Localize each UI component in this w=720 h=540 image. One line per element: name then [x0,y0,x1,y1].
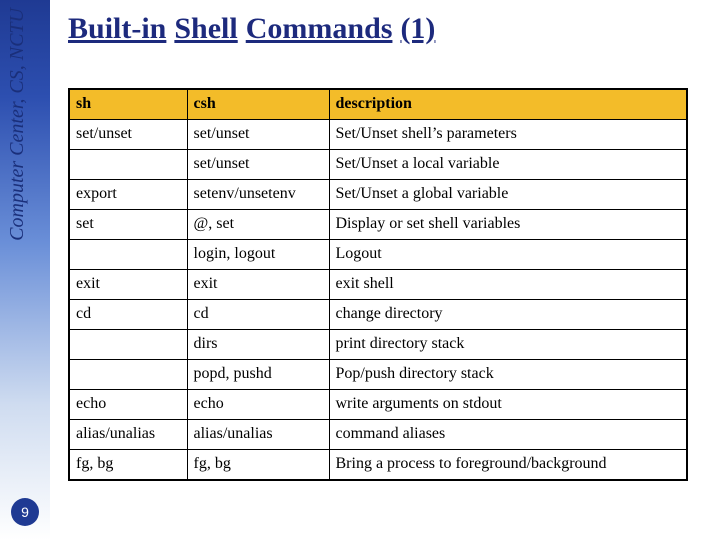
content-area: Built-inShell Commands(1) sh csh descript… [68,10,702,481]
cell-desc: Pop/push directory stack [329,360,687,390]
cell-sh [69,360,187,390]
slide-title: Built-inShell Commands(1) [68,12,702,46]
cell-sh: set [69,210,187,240]
cell-csh: setenv/unsetenv [187,180,329,210]
cell-desc: change directory [329,300,687,330]
cell-desc: Display or set shell variables [329,210,687,240]
col-header-csh: csh [187,89,329,120]
cell-csh: dirs [187,330,329,360]
table-header-row: sh csh description [69,89,687,120]
col-header-desc: description [329,89,687,120]
cell-desc: command aliases [329,420,687,450]
cell-desc: Set/Unset shell’s parameters [329,120,687,150]
cell-csh: @, set [187,210,329,240]
cell-csh: exit [187,270,329,300]
title-word: Built-in [68,12,166,45]
page-number: 9 [21,504,29,520]
table-row: popd, pushdPop/push directory stack [69,360,687,390]
table-row: exitexitexit shell [69,270,687,300]
cell-desc: Set/Unset a local variable [329,150,687,180]
table-row: alias/unaliasalias/unaliascommand aliase… [69,420,687,450]
cell-csh: echo [187,390,329,420]
side-org-text: Computer Center, CS, NCTU [6,8,29,241]
cell-sh: export [69,180,187,210]
cell-csh: set/unset [187,120,329,150]
title-word: Commands [246,12,393,45]
cell-sh: exit [69,270,187,300]
table-row: dirsprint directory stack [69,330,687,360]
table-row: cdcdchange directory [69,300,687,330]
cell-sh: cd [69,300,187,330]
table-row: echoechowrite arguments on stdout [69,390,687,420]
cell-sh: alias/unalias [69,420,187,450]
cell-desc: Logout [329,240,687,270]
title-word: (1) [400,12,435,45]
table-row: fg, bgfg, bgBring a process to foregroun… [69,450,687,481]
table-row: set/unsetset/unsetSet/Unset shell’s para… [69,120,687,150]
cell-desc: write arguments on stdout [329,390,687,420]
cell-desc: exit shell [329,270,687,300]
table-row: set@, setDisplay or set shell variables [69,210,687,240]
table-row: exportsetenv/unsetenvSet/Unset a global … [69,180,687,210]
page-number-badge: 9 [11,498,39,526]
table-row: set/unsetSet/Unset a local variable [69,150,687,180]
commands-table: sh csh description set/unsetset/unsetSet… [68,88,688,481]
table-body: set/unsetset/unsetSet/Unset shell’s para… [69,120,687,481]
cell-sh: fg, bg [69,450,187,481]
cell-csh: login, logout [187,240,329,270]
cell-desc: Bring a process to foreground/background [329,450,687,481]
table-wrap: sh csh description set/unsetset/unsetSet… [68,88,702,481]
cell-csh: alias/unalias [187,420,329,450]
cell-csh: popd, pushd [187,360,329,390]
cell-desc: print directory stack [329,330,687,360]
cell-sh [69,330,187,360]
col-header-sh: sh [69,89,187,120]
cell-sh [69,150,187,180]
cell-csh: fg, bg [187,450,329,481]
cell-sh [69,240,187,270]
table-row: login, logoutLogout [69,240,687,270]
cell-csh: set/unset [187,150,329,180]
cell-csh: cd [187,300,329,330]
slide: Computer Center, CS, NCTU 9 Built-inShel… [0,0,720,540]
cell-desc: Set/Unset a global variable [329,180,687,210]
cell-sh: echo [69,390,187,420]
title-word: Shell [174,12,237,45]
cell-sh: set/unset [69,120,187,150]
